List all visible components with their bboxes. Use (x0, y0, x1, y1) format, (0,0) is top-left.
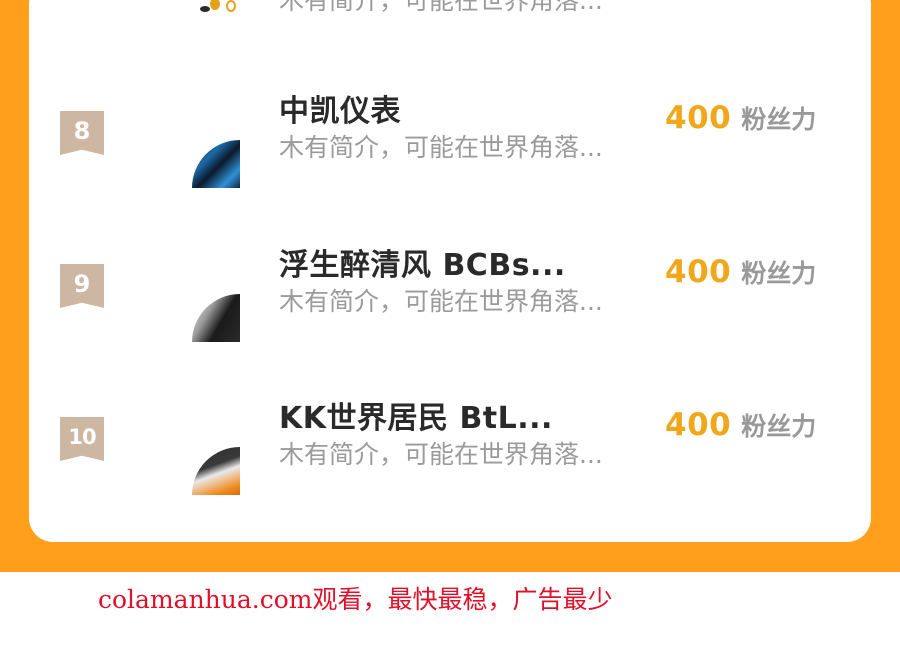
user-avatar[interactable] (192, 294, 240, 342)
user-avatar[interactable] (192, 447, 240, 495)
user-avatar[interactable] (192, 0, 240, 14)
user-description: 木有简介，可能在世界角落... (279, 133, 603, 162)
score-unit: 粉丝力 (741, 105, 817, 134)
user-avatar[interactable] (192, 140, 240, 188)
user-description: 木有简介，可能在世界角落... (279, 0, 603, 15)
rank-badge: 8 (60, 111, 104, 155)
user-description: 木有简介，可能在世界角落... (279, 440, 603, 469)
site-watermark: colamanhua.com观看，最快最稳，广告最少 (98, 585, 613, 614)
fan-power-score: 400 粉丝力 (665, 407, 816, 443)
fan-power-score: 400 粉丝力 (665, 100, 816, 136)
leaderboard-row[interactable]: 10 KK世界居民 BtL... 木有简介，可能在世界角落... 400 粉丝力 (29, 397, 871, 542)
leaderboard-card: 木有简介，可能在世界角落... 8 中凯仪表 木有简介，可能在世界角落... 4… (29, 0, 871, 542)
score-unit: 粉丝力 (741, 412, 817, 441)
leaderboard-row[interactable]: 8 中凯仪表 木有简介，可能在世界角落... 400 粉丝力 (29, 90, 871, 240)
score-value: 400 (665, 254, 732, 290)
user-name[interactable]: 中凯仪表 (279, 86, 401, 130)
score-unit: 粉丝力 (741, 259, 817, 288)
leaderboard-row[interactable]: 9 浮生醉清风 BCBs... 木有简介，可能在世界角落... 400 粉丝力 (29, 244, 871, 394)
leaderboard-row-partial[interactable]: 木有简介，可能在世界角落... (29, 0, 871, 20)
user-description: 木有简介，可能在世界角落... (279, 287, 603, 316)
rank-badge: 9 (60, 264, 104, 308)
rank-badge: 10 (60, 417, 104, 461)
user-name[interactable]: 浮生醉清风 BCBs... (279, 240, 566, 284)
fan-power-score: 400 粉丝力 (665, 254, 816, 290)
user-name[interactable]: KK世界居民 BtL... (279, 393, 553, 437)
score-value: 400 (665, 100, 732, 136)
score-value: 400 (665, 407, 732, 443)
